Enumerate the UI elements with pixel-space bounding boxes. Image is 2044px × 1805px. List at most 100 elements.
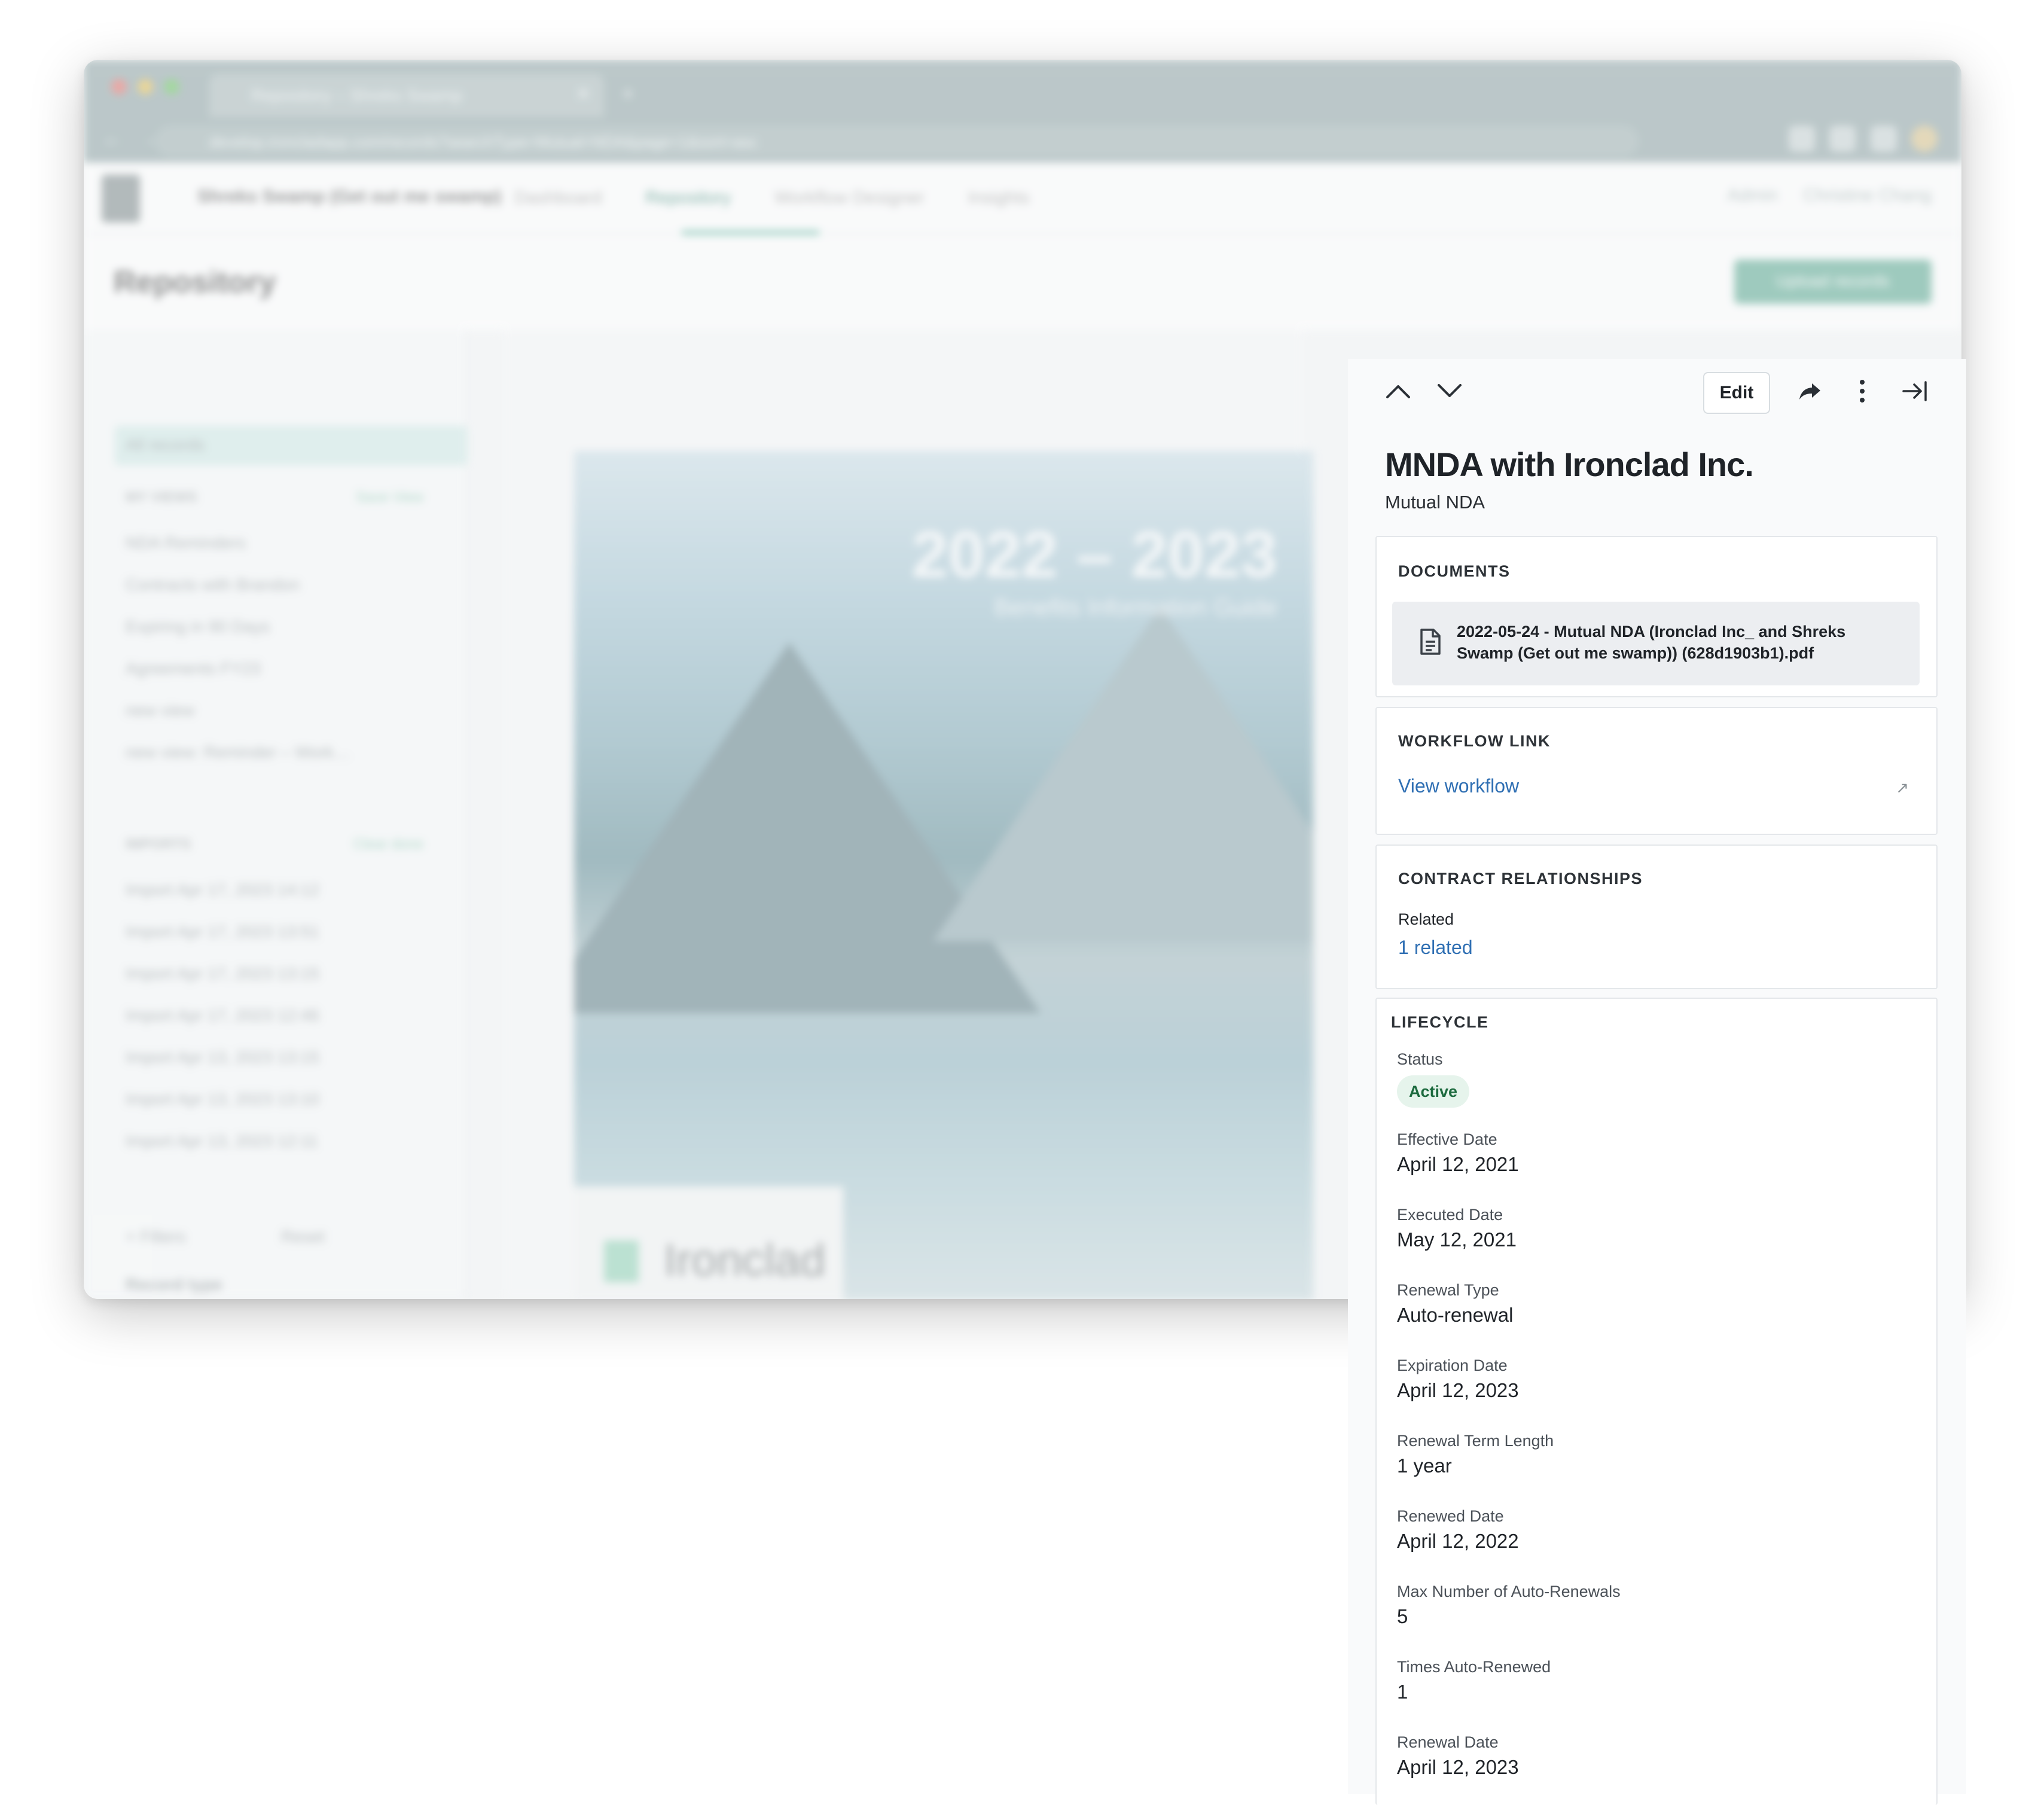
more-options-icon[interactable]	[1844, 373, 1880, 409]
sidebar-view-item[interactable]: NDA Reminders	[126, 533, 246, 553]
extension-icon[interactable]	[1788, 126, 1815, 152]
document-subtitle: Benefits Information Guide	[994, 594, 1277, 621]
maximize-window-icon[interactable]	[164, 79, 179, 94]
app-nav: Dashboard Repository Workflow Designer I…	[514, 188, 1068, 208]
workspace-switcher[interactable]: Shreks Swamp (Get out me swamp)	[197, 187, 501, 207]
sidebar-import-item[interactable]: Import Apr 13, 2023 12:11	[126, 1132, 318, 1151]
times-auto-renewed-label: Times Auto-Renewed	[1397, 1658, 1551, 1676]
contract-relationships-heading: CONTRACT RELATIONSHIPS	[1398, 870, 1643, 888]
renewal-type-label: Renewal Type	[1397, 1281, 1499, 1299]
profile-avatar-icon[interactable]	[1911, 126, 1938, 152]
status-label: Status	[1397, 1050, 1443, 1068]
contract-relationships-card: CONTRACT RELATIONSHIPS Related 1 related	[1375, 844, 1938, 989]
nav-dashboard[interactable]: Dashboard	[514, 188, 602, 208]
document-year: 2022 – 2023	[911, 518, 1277, 591]
extension-icon[interactable]	[1829, 126, 1856, 152]
lifecycle-card: LIFECYCLE Status Active Effective Date A…	[1375, 998, 1938, 1805]
address-bar-url: develop.ironcladapp.com/records?searchTy…	[209, 133, 758, 151]
clear-done-link[interactable]: Clear done	[353, 836, 423, 853]
browser-extensions	[1777, 126, 1938, 155]
app-header: Shreks Swamp (Get out me swamp) Dashboar…	[84, 163, 1961, 234]
expiration-date-label: Expiration Date	[1397, 1356, 1508, 1374]
view-workflow-link[interactable]: View workflow	[1398, 775, 1519, 797]
tab-close-icon[interactable]: ✕	[576, 84, 591, 105]
page-title: Repository	[114, 265, 276, 300]
sidebar-import-item[interactable]: Import Apr 17, 2023 13:51	[126, 922, 319, 941]
lifecycle-heading: LIFECYCLE	[1391, 1013, 1489, 1031]
renewed-date-value: April 12, 2022	[1397, 1530, 1519, 1552]
renewed-date-label: Renewed Date	[1397, 1507, 1504, 1525]
document-brand: Ironclad	[664, 1235, 826, 1286]
sidebar-view-item[interactable]: Agreements FY23	[126, 659, 261, 678]
imports-heading: IMPORTS	[126, 836, 191, 852]
nav-insights[interactable]: Insights	[968, 188, 1029, 208]
sidebar-import-item[interactable]: Import Apr 17, 2023 14:12	[126, 880, 319, 900]
record-detail-panel: Edit MNDA with Ironclad Inc. Mutual NDA …	[1348, 359, 1966, 1805]
related-label: Related	[1398, 910, 1454, 928]
renewal-type-value: Auto-renewal	[1397, 1304, 1514, 1326]
ironclad-logo-icon[interactable]	[102, 175, 140, 222]
max-auto-renewals-label: Max Number of Auto-Renewals	[1397, 1583, 1621, 1600]
sidebar-import-item[interactable]: Import Apr 13, 2023 13:10	[126, 1090, 319, 1109]
documents-heading: DOCUMENTS	[1398, 562, 1511, 580]
effective-date-label: Effective Date	[1397, 1130, 1497, 1148]
sidebar-import-item[interactable]: Import Apr 17, 2023 13:15	[126, 964, 319, 983]
effective-date-value: April 12, 2021	[1397, 1153, 1519, 1175]
user-menu[interactable]: Admin Christine Chang	[1727, 185, 1932, 206]
document-footer: Ironclad	[574, 1187, 843, 1299]
reset-button[interactable]: Reset	[281, 1227, 325, 1246]
ironclad-logo-icon	[604, 1240, 639, 1282]
user-name[interactable]: Christine Chang	[1803, 185, 1932, 205]
edit-button[interactable]: Edit	[1703, 372, 1770, 414]
new-tab-icon[interactable]: +	[622, 83, 634, 106]
address-bar[interactable]: develop.ironcladapp.com/records?searchTy…	[155, 126, 1639, 157]
document-icon	[1420, 628, 1441, 658]
browser-tab-title: Repository – Shreks Swamp	[251, 86, 463, 105]
chevron-down-icon[interactable]	[1432, 373, 1468, 409]
times-auto-renewed-value: 1	[1397, 1681, 1408, 1703]
document-preview-area: 2022 – 2023 Benefits Information Guide I…	[502, 330, 1313, 1299]
external-link-icon[interactable]: ↗	[1896, 779, 1909, 797]
expiration-date-value: April 12, 2023	[1397, 1379, 1519, 1401]
minimize-window-icon[interactable]	[138, 79, 153, 94]
document-preview-image: 2022 – 2023 Benefits Information Guide I…	[574, 451, 1313, 1299]
related-count-link[interactable]: 1 related	[1398, 937, 1473, 959]
renewal-term-length-label: Renewal Term Length	[1397, 1432, 1554, 1450]
filters-button[interactable]: + Filters	[126, 1227, 185, 1246]
close-window-icon[interactable]	[111, 79, 127, 94]
sidebar-view-item[interactable]: Contracts with Brandon	[126, 575, 300, 594]
upload-records-button[interactable]: Upload records	[1734, 260, 1932, 304]
workflow-link-card: WORKFLOW LINK View workflow ↗	[1375, 707, 1938, 835]
max-auto-renewals-value: 5	[1397, 1605, 1408, 1627]
document-file-tile[interactable]: 2022-05-24 - Mutual NDA (Ironclad Inc_ a…	[1392, 602, 1920, 685]
my-views-heading: MY VIEWS	[126, 489, 197, 505]
admin-label[interactable]: Admin	[1727, 185, 1778, 205]
sidebar-import-item[interactable]: Import Apr 13, 2023 13:15	[126, 1048, 319, 1067]
executed-date-value: May 12, 2021	[1397, 1228, 1517, 1251]
record-type-label: Record type	[126, 1275, 222, 1294]
document-file-name[interactable]: 2022-05-24 - Mutual NDA (Ironclad Inc_ a…	[1457, 621, 1899, 664]
chevron-up-icon[interactable]	[1380, 373, 1416, 409]
page-header: Repository Upload records	[84, 234, 1961, 330]
record-type: Mutual NDA	[1385, 492, 1485, 513]
browser-tab[interactable]: Repository – Shreks Swamp ✕	[209, 74, 604, 117]
save-view-link[interactable]: Save View	[356, 489, 423, 506]
workflow-link-heading: WORKFLOW LINK	[1398, 732, 1551, 750]
collapse-panel-icon[interactable]	[1897, 373, 1933, 409]
nav-workflow-designer[interactable]: Workflow Designer	[774, 188, 925, 208]
sidebar-view-item[interactable]: new view: Reminder – Work…	[126, 743, 350, 762]
share-icon[interactable]	[1792, 373, 1828, 409]
renewal-date-label: Renewal Date	[1397, 1733, 1499, 1751]
status-badge: Active	[1397, 1075, 1470, 1108]
sidebar-item-all-records[interactable]: All records	[126, 435, 205, 455]
sidebar-view-item[interactable]: new view	[126, 701, 194, 720]
nav-repository[interactable]: Repository	[645, 188, 731, 208]
renewal-date-value: April 12, 2023	[1397, 1756, 1519, 1778]
extension-icon[interactable]	[1870, 126, 1897, 152]
sidebar-view-item[interactable]: Expiring in 90 Days	[126, 617, 270, 636]
documents-card: DOCUMENTS 2022-05-24 - Mutual NDA (Ironc…	[1375, 536, 1938, 697]
record-title: MNDA with Ironclad Inc.	[1385, 446, 1754, 483]
executed-date-label: Executed Date	[1397, 1206, 1503, 1224]
browser-tab-bar: Repository – Shreks Swamp ✕ +	[84, 60, 1961, 117]
sidebar-import-item[interactable]: Import Apr 17, 2023 12:46	[126, 1006, 319, 1025]
